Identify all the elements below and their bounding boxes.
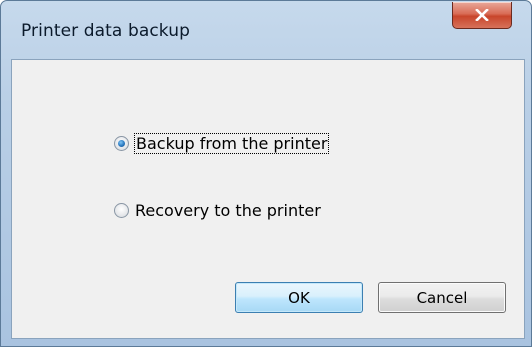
radio-recovery-to-printer[interactable]: Recovery to the printer [114,201,321,220]
radio-button-checked[interactable] [114,136,129,151]
radio-label-recovery: Recovery to the printer [135,201,321,220]
radio-button-unchecked[interactable] [114,203,129,218]
radio-backup-from-printer[interactable]: Backup from the printer [114,133,330,154]
dialog-window: Printer data backup Backup from the prin… [0,0,532,347]
close-icon [475,9,489,21]
radio-label-backup: Backup from the printer [133,133,330,154]
ok-button[interactable]: OK [235,282,363,313]
cancel-button[interactable]: Cancel [378,282,506,313]
window-title: Printer data backup [21,21,190,41]
title-bar[interactable]: Printer data backup [1,1,531,59]
dialog-body: Backup from the printer Recovery to the … [11,59,525,339]
close-button[interactable] [452,2,512,29]
